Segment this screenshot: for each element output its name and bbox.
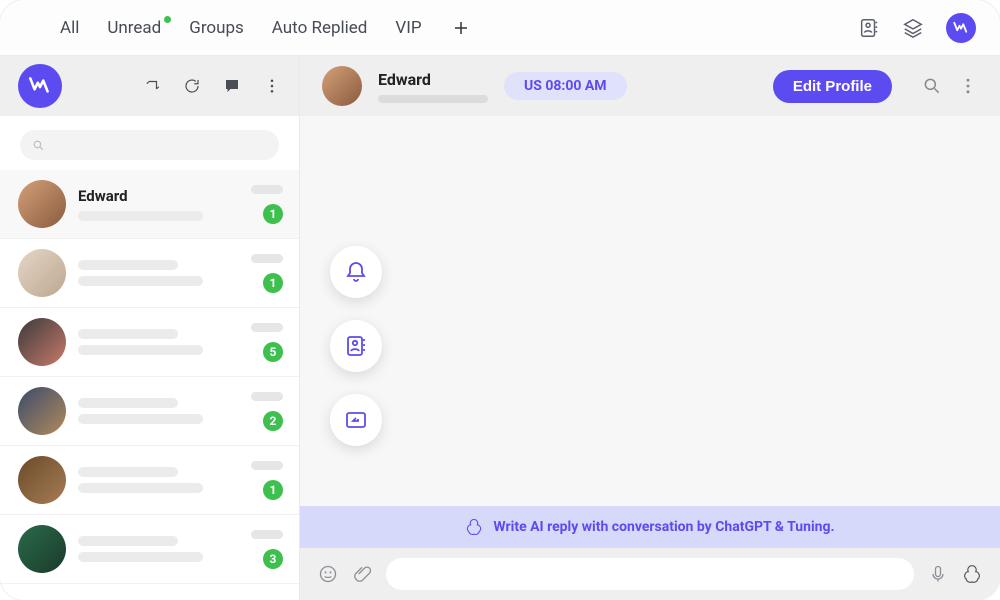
unread-badge: 1: [263, 204, 283, 224]
refresh-icon[interactable]: [183, 77, 201, 95]
avatar: [18, 456, 66, 504]
reply-template-button[interactable]: [330, 394, 382, 446]
chat-row[interactable]: 2: [0, 377, 299, 446]
reply-folder-icon: [344, 408, 368, 432]
topbar-right: [858, 13, 976, 43]
contact-status: [378, 95, 488, 103]
avatar: [18, 249, 66, 297]
contact-name: Edward: [378, 70, 488, 89]
chat-preview: [78, 345, 203, 355]
chat-row[interactable]: Edward 1: [0, 170, 299, 239]
chat-time: [251, 323, 283, 332]
avatar: [18, 180, 66, 228]
header-title-block: Edward: [378, 70, 488, 103]
avatar: [18, 387, 66, 435]
ai-icon[interactable]: [962, 564, 982, 584]
chat-preview: [78, 276, 203, 286]
chat-row[interactable]: 1: [0, 446, 299, 515]
message-input[interactable]: [386, 558, 914, 590]
unread-badge: 1: [263, 273, 283, 293]
chat-preview: [78, 414, 203, 424]
chat-row[interactable]: 5: [0, 308, 299, 377]
chat-list: Edward 1 1 5 2: [0, 170, 299, 600]
search-icon: [32, 139, 45, 152]
tab-vip[interactable]: VIP: [395, 18, 421, 38]
tab-unread[interactable]: Unread: [107, 18, 161, 38]
chat-name: [78, 398, 178, 408]
tab-all[interactable]: All: [60, 18, 79, 38]
chat-row[interactable]: 3: [0, 515, 299, 584]
message-icon[interactable]: [223, 77, 241, 95]
top-tabs: All Unread Groups Auto Replied VIP: [0, 0, 1000, 56]
bell-icon: [344, 260, 368, 284]
conversation-header: Edward US 08:00 AM Edit Profile: [300, 56, 1000, 116]
attachment-icon[interactable]: [352, 564, 372, 584]
search-icon[interactable]: [922, 76, 942, 96]
avatar[interactable]: [322, 66, 362, 106]
compose-icon[interactable]: [143, 77, 161, 95]
app-window: All Unread Groups Auto Replied VIP: [0, 0, 1000, 600]
brand-icon: [952, 19, 970, 37]
brand-icon: [27, 73, 53, 99]
chat-time: [251, 530, 283, 539]
ai-spiral-icon: [465, 518, 483, 536]
composer: [300, 548, 1000, 600]
unread-badge: 5: [263, 342, 283, 362]
edit-profile-button[interactable]: Edit Profile: [773, 70, 892, 103]
chat-preview: [78, 483, 203, 493]
ai-banner[interactable]: Write AI reply with conversation by Chat…: [300, 506, 1000, 548]
brand-button[interactable]: [946, 13, 976, 43]
more-icon[interactable]: [263, 77, 281, 95]
notifications-button[interactable]: [330, 246, 382, 298]
emoji-icon[interactable]: [318, 564, 338, 584]
unread-badge: 1: [263, 480, 283, 500]
conversation-panel: Edward US 08:00 AM Edit Profile: [300, 56, 1000, 600]
unread-badge: 3: [263, 549, 283, 569]
more-icon[interactable]: [958, 76, 978, 96]
mic-icon[interactable]: [928, 564, 948, 584]
ai-banner-text: Write AI reply with conversation by Chat…: [493, 519, 834, 535]
search-input[interactable]: [20, 130, 279, 160]
chat-preview: [78, 211, 203, 221]
chat-name: [78, 536, 178, 546]
sidebar: Edward 1 1 5 2: [0, 56, 300, 600]
contact-card-button[interactable]: [330, 320, 382, 372]
sidebar-header: [0, 56, 299, 116]
conversation-body: [300, 116, 1000, 506]
chat-time: [251, 461, 283, 470]
chat-time: [251, 254, 283, 263]
chat-name: [78, 467, 178, 477]
contact-card-icon: [344, 334, 368, 358]
chat-row[interactable]: 1: [0, 239, 299, 308]
timezone-pill: US 08:00 AM: [504, 72, 627, 100]
chat-preview: [78, 552, 203, 562]
search-wrap: [0, 116, 299, 170]
sidebar-actions: [143, 77, 281, 95]
plus-icon: [452, 19, 470, 37]
layers-icon[interactable]: [902, 17, 924, 39]
float-actions: [330, 246, 382, 446]
avatar: [18, 318, 66, 366]
unread-badge: 2: [263, 411, 283, 431]
chat-name: [78, 260, 178, 270]
chat-time: [251, 185, 283, 194]
avatar: [18, 525, 66, 573]
chat-time: [251, 392, 283, 401]
chat-name: [78, 329, 178, 339]
add-tab-button[interactable]: [450, 17, 472, 39]
tab-groups[interactable]: Groups: [189, 18, 244, 38]
sidebar-brand[interactable]: [18, 64, 62, 108]
contacts-icon[interactable]: [858, 17, 880, 39]
tab-auto-replied[interactable]: Auto Replied: [272, 18, 368, 38]
main-area: Edward 1 1 5 2: [0, 56, 1000, 600]
chat-name: Edward: [78, 187, 245, 205]
